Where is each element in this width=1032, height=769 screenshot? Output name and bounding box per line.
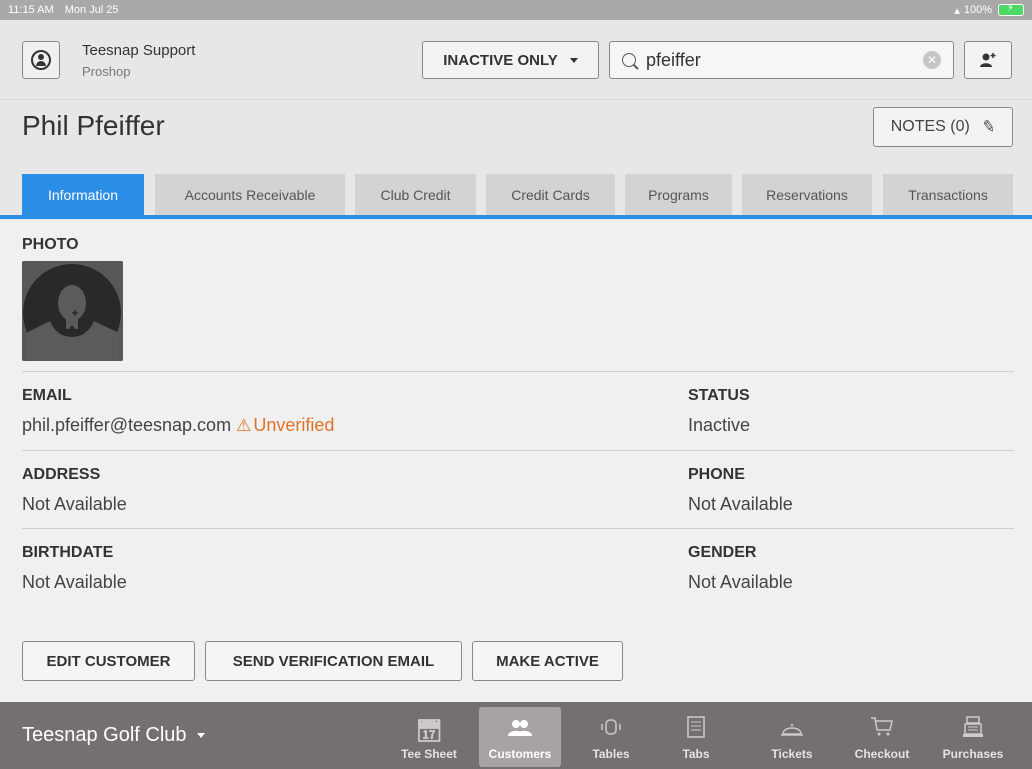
filter-label: INACTIVE ONLY (443, 51, 558, 69)
tab-credit-cards[interactable]: Credit Cards (486, 174, 615, 215)
club-selector[interactable]: Teesnap Golf Club (22, 724, 205, 747)
divider (22, 528, 1014, 529)
customer-photo[interactable] (22, 261, 123, 361)
notes-label: NOTES (0) (890, 118, 970, 135)
cart-icon (870, 716, 894, 742)
status-time: 11:15 AM (8, 4, 54, 16)
phone-label: PHONE (688, 466, 745, 483)
bottom-nav-bar: Teesnap Golf Club 📅︎ Tee Sheet Customers… (0, 702, 1032, 769)
customer-name: Phil Pfeiffer (22, 110, 165, 141)
tab-information[interactable]: Information (22, 174, 144, 215)
tab-programs[interactable]: Programs (625, 174, 732, 215)
nav-checkout[interactable]: Checkout (841, 707, 923, 767)
make-active-button[interactable]: MAKE ACTIVE (472, 641, 623, 681)
status-date: Mon Jul 25 (64, 4, 119, 16)
battery-percent: 100% (963, 4, 992, 16)
tab-underline (0, 215, 1032, 219)
gender-label: GENDER (688, 544, 757, 561)
tables-icon (600, 716, 622, 742)
register-icon (962, 716, 984, 742)
nav-customers[interactable]: Customers (479, 707, 561, 767)
nav-label: Tickets (771, 747, 813, 761)
clear-icon[interactable]: ✕ (923, 51, 941, 69)
nav-purchases[interactable]: Purchases (932, 707, 1014, 767)
battery-icon (998, 3, 1024, 16)
nav-tee-sheet[interactable]: 📅︎ Tee Sheet (388, 707, 470, 767)
add-user-icon (980, 53, 996, 67)
search-icon (622, 53, 636, 67)
pencil-icon: ✎ (980, 117, 997, 138)
status-bar: 11:15 AM Mon Jul 25 ▴ 100% (0, 0, 1032, 20)
club-name: Teesnap Golf Club (22, 724, 187, 746)
status-value: Inactive (688, 415, 751, 435)
send-verification-email-button[interactable]: SEND VERIFICATION EMAIL (205, 641, 462, 681)
email-label: EMAIL (22, 387, 72, 404)
header: Teesnap Support Proshop INACTIVE ONLY ✕ (0, 20, 1032, 100)
chevron-down-icon (569, 57, 578, 63)
nav-label: Customers (488, 747, 552, 761)
add-customer-button[interactable] (964, 41, 1012, 79)
avatar-placeholder-icon (22, 261, 123, 361)
tabs-icon (686, 716, 706, 742)
nav-label: Tables (592, 747, 630, 761)
nav-label: Checkout (854, 747, 910, 761)
customers-icon (507, 718, 533, 742)
status-label: STATUS (688, 387, 750, 404)
email-row: phil.pfeiffer@teesnap.com ⚠ Unverified (22, 415, 334, 436)
search-box[interactable]: ✕ (609, 41, 954, 79)
phone-value: Not Available (688, 494, 793, 514)
address-label: ADDRESS (22, 466, 101, 483)
address-value: Not Available (22, 494, 127, 514)
birthdate-label: BIRTHDATE (22, 544, 114, 561)
filter-dropdown[interactable]: INACTIVE ONLY (422, 41, 599, 79)
tab-accounts-receivable[interactable]: Accounts Receivable (155, 174, 345, 215)
notes-button[interactable]: NOTES (0) ✎ (873, 107, 1013, 147)
wifi-icon: ▴ (954, 4, 960, 17)
user-name: Teesnap Support (82, 42, 196, 59)
gender-value: Not Available (688, 572, 793, 592)
photo-label: PHOTO (22, 236, 79, 253)
search-input[interactable] (646, 49, 923, 71)
chevron-down-icon (196, 733, 205, 738)
birthdate-value: Not Available (22, 572, 127, 592)
divider (22, 371, 1014, 372)
tab-club-credit[interactable]: Club Credit (355, 174, 476, 215)
tab-bar: Information Accounts Receivable Club Cre… (0, 174, 1032, 220)
tab-transactions[interactable]: Transactions (883, 174, 1013, 215)
nav-tabs[interactable]: Tabs (655, 707, 737, 767)
warning-icon: ⚠ (236, 416, 252, 435)
user-role: Proshop (82, 64, 131, 79)
bell-icon (780, 718, 804, 742)
email-value: phil.pfeiffer@teesnap.com (22, 415, 232, 435)
edit-customer-button[interactable]: EDIT CUSTOMER (22, 641, 195, 681)
nav-label: Purchases (942, 747, 1004, 761)
user-icon (31, 50, 51, 70)
nav-label: Tabs (682, 747, 710, 761)
divider (22, 450, 1014, 451)
nav-tables[interactable]: Tables (570, 707, 652, 767)
calendar-icon: 📅︎ (415, 718, 443, 743)
customer-info-panel: PHOTO EMAIL phil.pfeiffer@teesnap.com ⚠ U… (0, 220, 1032, 702)
nav-tickets[interactable]: Tickets (751, 707, 833, 767)
tab-reservations[interactable]: Reservations (742, 174, 872, 215)
user-account-button[interactable] (22, 41, 60, 79)
nav-label: Tee Sheet (401, 747, 457, 761)
email-status: Unverified (253, 415, 335, 435)
